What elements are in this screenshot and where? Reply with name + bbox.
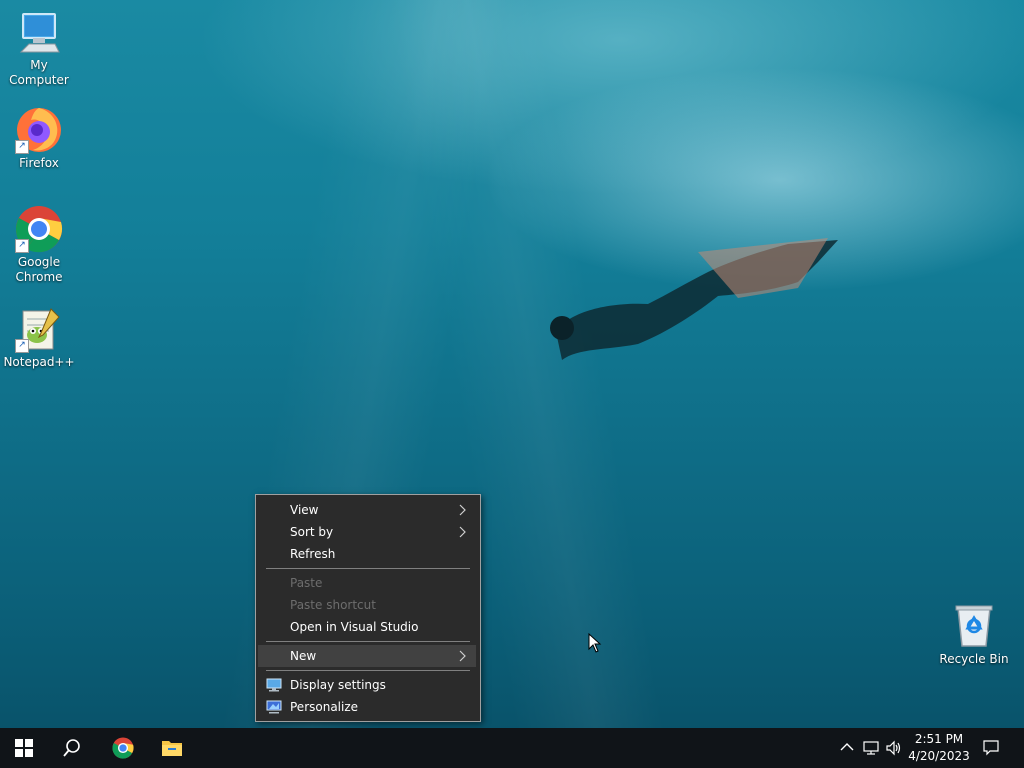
notification-icon[interactable]: [982, 739, 1000, 757]
taskbar-chrome-button[interactable]: [99, 728, 147, 768]
taskbar-clock[interactable]: 2:51 PM 4/20/2023: [904, 731, 974, 765]
shortcut-arrow-icon: ↗: [15, 239, 29, 253]
notepad-plus-plus-icon: ↗: [15, 305, 63, 353]
menu-item-view[interactable]: View: [258, 499, 476, 521]
taskbar: 2:51 PM 4/20/2023: [0, 728, 1024, 768]
personalize-icon: [266, 700, 282, 714]
folder-icon: [162, 741, 182, 756]
desktop-icon-google-chrome[interactable]: ↗ Google Chrome: [1, 205, 77, 285]
menu-separator: [266, 670, 470, 671]
chevron-right-icon: [459, 504, 466, 516]
taskbar-file-explorer-button[interactable]: [148, 728, 196, 768]
desktop-context-menu: View Sort by Refresh Paste Paste shortcu…: [255, 494, 481, 722]
mouse-cursor-icon: [588, 633, 602, 653]
desktop-icon-notepad-plus-plus[interactable]: ↗ Notepad++: [1, 305, 77, 370]
volume-icon[interactable]: [885, 739, 903, 757]
menu-item-sort-by[interactable]: Sort by: [258, 521, 476, 543]
windows-logo-icon: [15, 739, 33, 757]
desktop-icon-my-computer[interactable]: My Computer: [1, 8, 77, 88]
start-button[interactable]: [0, 728, 48, 768]
desktop-icon-recycle-bin[interactable]: Recycle Bin: [936, 602, 1012, 667]
network-icon[interactable]: [862, 739, 880, 757]
wallpaper-diver: [550, 238, 838, 360]
computer-icon: [15, 8, 63, 56]
display-settings-icon: [266, 678, 282, 692]
menu-item-new[interactable]: New: [258, 645, 476, 667]
menu-separator: [266, 641, 470, 642]
clock-time: 2:51 PM: [914, 732, 964, 746]
menu-separator: [266, 568, 470, 569]
desktop[interactable]: My Computer ↗ Firefox ↗ Google Chrome ↗ …: [0, 0, 1024, 768]
desktop-icon-label: Recycle Bin: [939, 652, 1009, 666]
desktop-icon-firefox[interactable]: ↗ Firefox: [1, 106, 77, 171]
search-icon: [63, 739, 80, 757]
desktop-icon-label: My Computer: [9, 58, 69, 87]
search-button[interactable]: [48, 728, 96, 768]
menu-item-display-settings[interactable]: Display settings: [258, 674, 476, 696]
menu-item-open-in-visual-studio[interactable]: Open in Visual Studio: [258, 616, 476, 638]
firefox-icon: ↗: [15, 106, 63, 154]
clock-date: 4/20/2023: [908, 749, 970, 763]
chrome-icon: ↗: [15, 205, 63, 253]
shortcut-arrow-icon: ↗: [15, 140, 29, 154]
chrome-icon: [112, 737, 134, 759]
wallpaper-light-rays: [0, 0, 1024, 768]
chevron-up-icon[interactable]: [838, 739, 856, 757]
menu-item-paste-shortcut[interactable]: Paste shortcut: [258, 594, 476, 616]
desktop-icon-label: Firefox: [19, 156, 59, 170]
menu-item-personalize[interactable]: Personalize: [258, 696, 476, 718]
shortcut-arrow-icon: ↗: [15, 339, 29, 353]
menu-item-paste[interactable]: Paste: [258, 572, 476, 594]
menu-item-refresh[interactable]: Refresh: [258, 543, 476, 565]
desktop-icon-label: Notepad++: [3, 355, 75, 369]
chevron-right-icon: [459, 650, 466, 662]
desktop-icon-label: Google Chrome: [15, 255, 63, 284]
recycle-bin-icon: [950, 602, 998, 650]
chevron-right-icon: [459, 526, 466, 538]
